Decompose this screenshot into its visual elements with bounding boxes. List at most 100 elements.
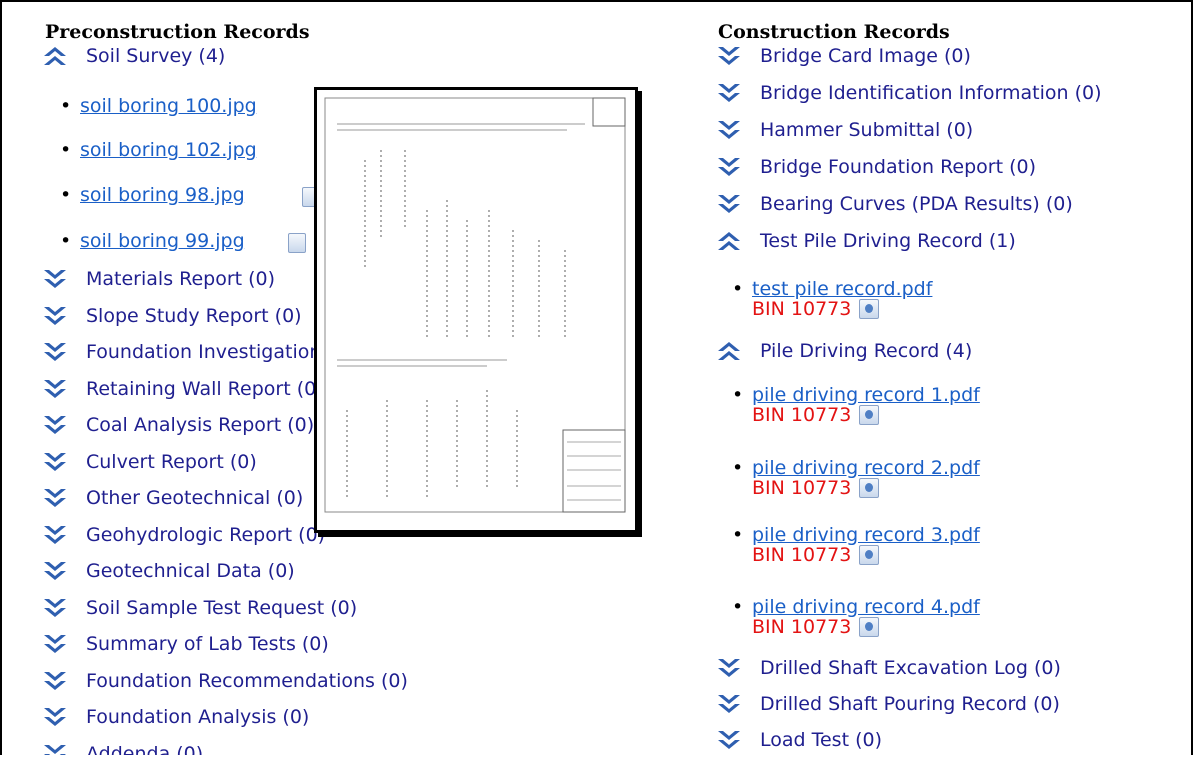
bullet: • [60, 95, 72, 117]
left-category-row[interactable]: Foundation Analysis (0) [42, 706, 309, 728]
chevron-double-down-icon [42, 305, 68, 327]
chevron-double-down-icon [42, 670, 68, 692]
record-category-label: Hammer Submittal (0) [760, 119, 974, 141]
left-category-row[interactable]: Culvert Report (0) [42, 451, 257, 473]
right-category-row[interactable]: Bridge Foundation Report (0) [716, 156, 1036, 178]
bullet: • [732, 596, 744, 618]
left-category-row[interactable]: Retaining Wall Report (0) [42, 378, 324, 400]
chevron-double-down-icon [716, 82, 742, 104]
record-category-label: Foundation Recommendations (0) [86, 669, 408, 692]
document-info-icon[interactable] [859, 545, 880, 565]
chevron-double-down-icon [716, 45, 742, 67]
chevron-double-up-icon [716, 340, 742, 362]
chevron-double-down-icon [716, 193, 742, 215]
chevron-double-up-icon [716, 230, 742, 252]
left-category-row[interactable]: Foundation Investigation (0) [42, 341, 354, 363]
file-link[interactable]: soil boring 102.jpg [80, 139, 257, 161]
chevron-double-down-icon [42, 743, 68, 755]
file-link[interactable]: pile driving record 1.pdf [752, 384, 980, 406]
left-category-row[interactable]: Summary of Lab Tests (0) [42, 633, 329, 655]
chevron-double-down-icon [42, 414, 68, 436]
right-category-row[interactable]: Drilled Shaft Excavation Log (0) [716, 657, 1061, 679]
record-category-label: Load Test (0) [760, 729, 882, 751]
record-category-label: Materials Report (0) [86, 268, 276, 290]
bullet: • [732, 384, 744, 406]
bin-label: BIN 10773 [752, 477, 880, 499]
record-category-label: Summary of Lab Tests (0) [86, 633, 329, 655]
bullet: • [60, 230, 72, 252]
record-category-label: Retaining Wall Report (0) [86, 377, 324, 400]
chevron-double-down-icon [42, 560, 68, 582]
record-category-label: Bridge Identification Information (0) [760, 82, 1102, 104]
bin-number: BIN 10773 [752, 298, 852, 320]
chevron-double-down-icon [716, 693, 742, 715]
bin-number: BIN 10773 [752, 404, 852, 426]
right-category-row[interactable]: Load Test (0) [716, 729, 882, 751]
bin-label: BIN 10773 [752, 544, 880, 566]
chevron-double-down-icon [716, 119, 742, 141]
chevron-double-down-icon [42, 597, 68, 619]
record-category-label: Drilled Shaft Pouring Record (0) [760, 693, 1060, 715]
document-info-icon[interactable] [859, 617, 880, 637]
bin-number: BIN 10773 [752, 616, 852, 638]
document-info-icon[interactable] [288, 233, 306, 253]
chevron-double-down-icon [42, 378, 68, 400]
soil-survey-label: Soil Survey (4) [86, 45, 226, 67]
file-link[interactable]: soil boring 100.jpg [80, 95, 257, 117]
left-category-row[interactable]: Other Geotechnical (0) [42, 487, 303, 509]
left-category-row[interactable]: Geotechnical Data (0) [42, 560, 295, 582]
left-category-row[interactable]: Soil Sample Test Request (0) [42, 597, 357, 619]
file-link[interactable]: pile driving record 2.pdf [752, 457, 980, 479]
record-category-label: Bridge Foundation Report (0) [760, 156, 1037, 178]
file-link[interactable]: pile driving record 3.pdf [752, 524, 980, 546]
left-category-row[interactable]: Addenda (0) [42, 742, 204, 756]
bullet: • [60, 139, 72, 161]
left-category-row[interactable]: Geohydrologic Report (0) [42, 524, 325, 546]
record-category-label: Bridge Card Image (0) [760, 45, 971, 67]
right-category-row[interactable]: Hammer Submittal (0) [716, 119, 973, 141]
record-category-label: Soil Sample Test Request (0) [86, 596, 358, 619]
bin-label: BIN 10773 [752, 298, 880, 320]
document-info-icon[interactable] [859, 478, 880, 498]
chevron-double-down-icon [716, 657, 742, 679]
soil-boring-drawing-preview [317, 90, 635, 530]
file-link[interactable]: pile driving record 4.pdf [752, 596, 980, 618]
document-info-icon[interactable] [859, 299, 880, 319]
right-category-row[interactable]: Bridge Identification Information (0) [716, 82, 1102, 104]
chevron-double-down-icon [42, 487, 68, 509]
test-pile-driving-toggle[interactable]: Test Pile Driving Record (1) [716, 230, 1016, 252]
pile-driving-toggle[interactable]: Pile Driving Record (4) [716, 340, 972, 362]
file-link[interactable]: test pile record.pdf [752, 278, 932, 300]
record-category-label: Addenda (0) [86, 742, 204, 756]
bin-label: BIN 10773 [752, 616, 880, 638]
document-info-icon[interactable] [859, 405, 880, 425]
chevron-double-down-icon [42, 633, 68, 655]
file-link[interactable]: soil boring 99.jpg [80, 230, 245, 252]
right-category-row[interactable]: Bridge Card Image (0) [716, 45, 971, 67]
chevron-double-down-icon [716, 156, 742, 178]
right-category-row[interactable]: Drilled Shaft Pouring Record (0) [716, 693, 1060, 715]
left-category-row[interactable]: Coal Analysis Report (0) [42, 414, 314, 436]
record-category-label: Geohydrologic Report (0) [86, 523, 326, 546]
bin-number: BIN 10773 [752, 477, 852, 499]
file-link[interactable]: soil boring 98.jpg [80, 184, 245, 206]
bullet: • [732, 524, 744, 546]
records-panel: Preconstruction Records Soil Survey (4) … [0, 0, 1193, 755]
chevron-double-down-icon [42, 341, 68, 363]
chevron-double-down-icon [42, 706, 68, 728]
chevron-double-down-icon [42, 451, 68, 473]
record-category-label: Drilled Shaft Excavation Log (0) [760, 657, 1061, 679]
chevron-double-down-icon [716, 729, 742, 751]
left-category-row[interactable]: Foundation Recommendations (0) [42, 670, 408, 692]
left-category-row[interactable]: Slope Study Report (0) [42, 305, 302, 327]
record-category-label: Geotechnical Data (0) [86, 560, 295, 582]
record-category-label: Bearing Curves (PDA Results) (0) [760, 193, 1073, 215]
bullet: • [732, 278, 744, 300]
record-category-label: Other Geotechnical (0) [86, 487, 304, 509]
left-category-row[interactable]: Materials Report (0) [42, 268, 275, 290]
construction-title: Construction Records [718, 21, 950, 43]
soil-survey-toggle[interactable]: Soil Survey (4) [42, 45, 225, 67]
right-category-row[interactable]: Bearing Curves (PDA Results) (0) [716, 193, 1073, 215]
chevron-double-down-icon [42, 524, 68, 546]
record-category-label: Culvert Report (0) [86, 450, 257, 473]
